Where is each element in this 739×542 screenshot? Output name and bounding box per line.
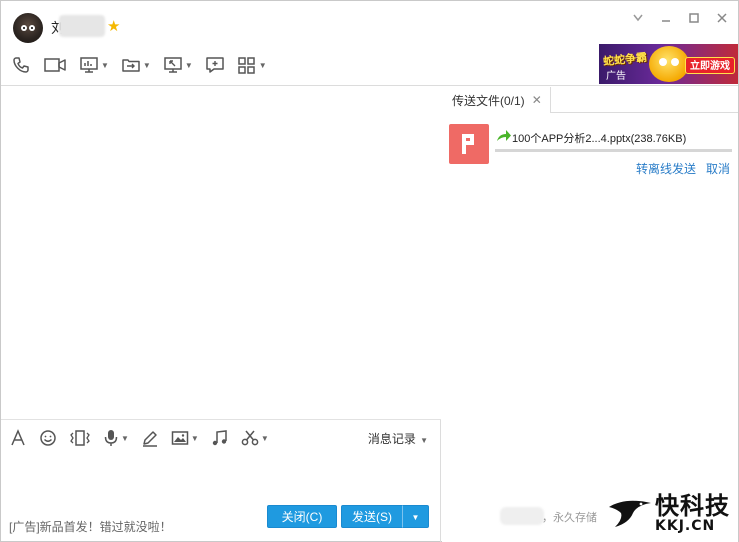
minimize-icon[interactable]	[656, 9, 676, 27]
transfer-progress-bar	[495, 149, 732, 152]
chevron-down-icon[interactable]: ▼	[101, 61, 109, 70]
chat-header: 刘 ★ ▼ ▼ ▼ ▼ 蛇蛇争霸 广告 立即游戏	[1, 1, 738, 86]
tab-label: 传送文件(0/1)	[452, 93, 525, 108]
voice-icon[interactable]: ▼	[103, 427, 129, 449]
ad-text-link[interactable]: [广告]新品首发！错过就没啦！	[9, 518, 172, 535]
new-chat-icon[interactable]	[205, 54, 225, 76]
pen-icon[interactable]	[141, 427, 159, 449]
star-badge-icon[interactable]: ★	[107, 19, 123, 35]
phone-icon[interactable]	[11, 54, 31, 76]
message-history-label: 消息记录	[367, 432, 416, 446]
close-icon[interactable]	[712, 9, 732, 27]
chat-toolbar: ▼ ▼ ▼ ▼	[11, 54, 279, 76]
file-transfer-pane: 传送文件(0/1) ✕ 100个APP分析2...4.pptx(238.76KB…	[442, 87, 738, 542]
chevron-down-icon[interactable]	[628, 9, 648, 27]
watermark-main: 快科技	[655, 492, 730, 520]
chevron-down-icon[interactable]: ▼	[261, 434, 269, 443]
scissors-icon[interactable]: ▼	[241, 427, 269, 449]
watermark-logo: 快科技 KKJ.CN	[607, 491, 730, 535]
send-options-button[interactable]: ▼	[402, 505, 429, 528]
chat-pane: ▼ ▼ ▼ 消息记录 ▼ [广告]新品首发！错过就没啦！ 关闭(C) 发送(S)	[1, 87, 441, 542]
name-redaction	[59, 15, 105, 37]
cancel-link[interactable]: 取消	[706, 160, 730, 177]
bird-logo-icon	[607, 493, 653, 533]
chevron-down-icon[interactable]: ▼	[259, 61, 267, 70]
image-icon[interactable]: ▼	[171, 427, 199, 449]
maximize-icon[interactable]	[684, 9, 704, 27]
chevron-down-icon: ▼	[417, 436, 428, 445]
close-icon[interactable]: ✕	[532, 93, 542, 107]
send-arrow-icon	[496, 129, 512, 142]
file-transfer-icon[interactable]: ▼	[121, 54, 151, 76]
video-icon[interactable]	[43, 54, 67, 76]
apps-grid-icon[interactable]: ▼	[237, 54, 267, 76]
send-offline-link[interactable]: 转离线发送	[636, 160, 696, 177]
music-icon[interactable]	[211, 427, 229, 449]
chevron-down-icon[interactable]: ▼	[143, 61, 151, 70]
message-history-area[interactable]	[1, 87, 441, 420]
remote-desktop-icon[interactable]: ▼	[163, 54, 193, 76]
send-button[interactable]: 发送(S)	[341, 505, 403, 528]
tab-file-transfer[interactable]: 传送文件(0/1) ✕	[442, 87, 551, 113]
watermark-sub: KKJ.CN	[655, 518, 716, 534]
avatar-eye	[29, 25, 35, 31]
footer-redaction	[500, 507, 544, 525]
chat-window: 刘 ★ ▼ ▼ ▼ ▼ 蛇蛇争霸 广告 立即游戏 ▼ ▼ ▼ 消息记录 ▼ [广…	[0, 0, 739, 542]
avatar[interactable]	[13, 13, 43, 43]
chevron-down-icon[interactable]: ▼	[191, 434, 199, 443]
side-tab-bar: 传送文件(0/1) ✕	[442, 87, 738, 113]
message-input[interactable]	[1, 453, 441, 503]
ad-label: 广告	[606, 71, 626, 82]
footer-text: ，永久存储	[542, 512, 597, 524]
avatar-eye	[21, 25, 27, 31]
screen-share-icon[interactable]: ▼	[79, 54, 109, 76]
file-name: 100个APP分析2...4.pptx(238.76KB)	[512, 133, 687, 145]
file-actions: 转离线发送 取消	[636, 160, 730, 177]
window-controls	[628, 9, 732, 27]
shake-icon[interactable]	[69, 427, 91, 449]
message-history-button[interactable]: 消息记录 ▼	[368, 430, 428, 447]
chevron-down-icon[interactable]: ▼	[185, 61, 193, 70]
close-button[interactable]: 关闭(C)	[267, 505, 337, 528]
pptx-file-icon	[449, 124, 489, 164]
ad-banner[interactable]: 蛇蛇争霸 广告 立即游戏	[599, 44, 738, 84]
ad-play-button[interactable]: 立即游戏	[685, 57, 735, 74]
font-icon[interactable]	[9, 427, 27, 449]
watermark-text: 快科技 KKJ.CN	[655, 493, 730, 533]
ad-mascot-image	[649, 46, 689, 82]
emoji-icon[interactable]	[39, 427, 57, 449]
chevron-down-icon[interactable]: ▼	[121, 434, 129, 443]
